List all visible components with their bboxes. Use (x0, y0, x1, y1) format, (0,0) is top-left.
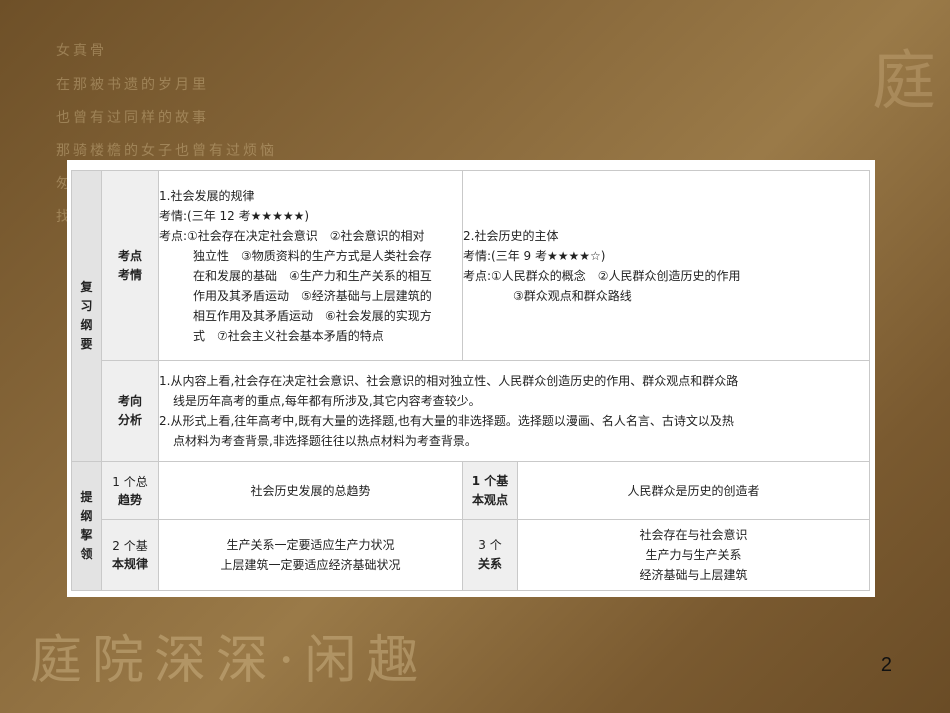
relation-line: 生产力与生产关系 (645, 548, 742, 562)
analysis-line: 2.从形式上看,往年高考中,既有大量的选择题,也有大量的非选择题。选择题以漫画、… (159, 414, 734, 428)
analysis-line: 点材料为考查背景,非选择题往往以热点材料为考查背景。 (173, 434, 477, 448)
content-card: 复 习 纲 要 考点 考情 1.社会发展的规律 考情:(三年 12 考★★★★★… (67, 160, 875, 597)
law-line: 上层建筑一定要适应经济基础状况 (220, 558, 401, 572)
decorative-title: 庭院深深·闲趣 (30, 631, 429, 691)
side-char: 领 (80, 547, 93, 561)
background-line-4: 那骑楼檐的女子也曾有过烦恼 (56, 143, 277, 159)
side-char: 要 (80, 337, 93, 351)
exam-points-label: 考点 考情 (101, 170, 159, 361)
outline-guide-label: 提 纲 挈 领 (71, 461, 102, 591)
side-char: 复 (80, 280, 93, 294)
table-row: 2 个基 本规律 生产关系一定要适应生产力状况 上层建筑一定要适应经济基础状况 … (72, 519, 870, 591)
law-line: 生产关系一定要适应生产力状况 (226, 538, 395, 552)
point-2-exam: 考情:(三年 9 考★★★★☆) (463, 248, 606, 263)
review-table: 复 习 纲 要 考点 考情 1.社会发展的规律 考情:(三年 12 考★★★★★… (71, 170, 870, 591)
label-line: 分析 (117, 413, 142, 427)
laws-value: 生产关系一定要适应生产力状况 上层建筑一定要适应经济基础状况 (158, 519, 463, 591)
side-char: 挈 (80, 528, 93, 542)
trend-label: 1 个总 趋势 (101, 461, 159, 520)
point-2-cell: 2.社会历史的主体 考情:(三年 9 考★★★★☆) 考点:①人民群众的概念 ②… (462, 170, 870, 361)
table-row: 提 纲 挈 领 1 个总 趋势 社会历史发展的总趋势 1 个基 本观点 人民群众… (71, 461, 870, 591)
point-2-line: 考点:①人民群众的概念 ②人民群众创造历史的作用 (463, 268, 741, 283)
label-line: 1 个总 (112, 474, 148, 489)
analysis-line: 线是历年高考的重点,每年都有所涉及,其它内容考查较少。 (173, 394, 481, 408)
relations-value: 社会存在与社会意识 生产力与生产关系 经济基础与上层建筑 (517, 519, 870, 591)
review-outline-label: 复 习 纲 要 (71, 170, 102, 462)
point-1-cell: 1.社会发展的规律 考情:(三年 12 考★★★★★) 考点:①社会存在决定社会… (158, 170, 463, 361)
page-number: 2 (880, 654, 892, 676)
point-1-title: 1.社会发展的规律 (159, 188, 255, 203)
table-row: 考向 分析 1.从内容上看,社会存在决定社会意识、社会意识的相对独立性、人民群众… (72, 360, 870, 462)
point-1-line: 相互作用及其矛盾运动 ⑥社会发展的实现方 (193, 308, 432, 323)
label-line: 关系 (477, 557, 502, 571)
point-2-line: ③群众观点和群众路线 (513, 288, 632, 303)
point-1-line: 作用及其矛盾运动 ⑤经济基础与上层建筑的 (193, 288, 432, 303)
relation-line: 经济基础与上层建筑 (639, 568, 748, 582)
trend-analysis-label: 考向 分析 (101, 360, 159, 462)
side-char: 纲 (80, 318, 93, 332)
point-1-line: 式 ⑦社会主义社会基本矛盾的特点 (193, 328, 384, 343)
label-line: 考情 (117, 267, 142, 282)
label-line: 本观点 (471, 492, 508, 507)
point-1-line: 在和发展的基础 ④生产力和生产关系的相互 (193, 268, 432, 283)
side-char: 纲 (80, 509, 93, 523)
label-line: 1 个基 (471, 473, 509, 488)
label-line: 2 个基 (112, 539, 148, 553)
label-line: 考向 (117, 394, 142, 408)
analysis-line: 1.从内容上看,社会存在决定社会意识、社会意识的相对独立性、人民群众创造历史的作… (159, 374, 739, 388)
side-char: 提 (80, 490, 93, 504)
side-char: 习 (80, 299, 93, 313)
relation-line: 社会存在与社会意识 (639, 528, 748, 542)
label-line: 本规律 (111, 557, 148, 571)
relations-label: 3 个 关系 (462, 519, 518, 591)
table-row: 复 习 纲 要 考点 考情 1.社会发展的规律 考情:(三年 12 考★★★★★… (71, 170, 870, 462)
point-2-title: 2.社会历史的主体 (463, 228, 559, 243)
laws-label: 2 个基 本规律 (101, 519, 159, 591)
point-1-line: 独立性 ③物质资料的生产方式是人类社会存 (193, 248, 432, 263)
background-line-3: 也曾有过同样的故事 (56, 110, 209, 126)
viewpoint-value: 人民群众是历史的创造者 (517, 461, 870, 520)
point-1-exam: 考情:(三年 12 考★★★★★) (159, 208, 310, 223)
trend-value: 社会历史发展的总趋势 (158, 461, 463, 520)
background-line-1: 女真骨 (56, 43, 107, 59)
label-line: 趋势 (117, 492, 142, 507)
viewpoint-label: 1 个基 本观点 (462, 461, 518, 520)
point-1-line: 考点:①社会存在决定社会意识 ②社会意识的相对 (159, 228, 425, 243)
trend-analysis-cell: 1.从内容上看,社会存在决定社会意识、社会意识的相对独立性、人民群众创造历史的作… (158, 360, 870, 462)
corner-seal-glyph: 庭 (872, 45, 936, 119)
background-line-2: 在那被书遗的岁月里 (56, 77, 209, 93)
label-line: 3 个 (478, 538, 502, 552)
label-line: 考点 (117, 248, 142, 263)
